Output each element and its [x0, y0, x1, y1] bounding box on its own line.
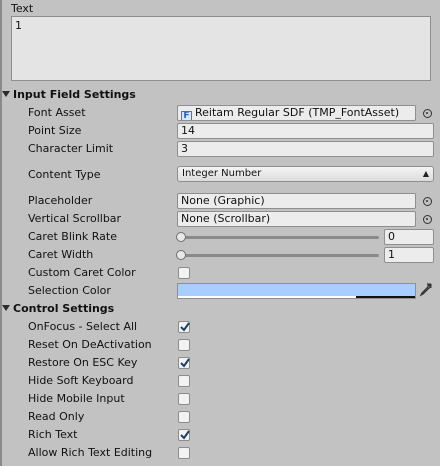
control-settings-header[interactable]: Control Settings — [2, 302, 114, 316]
eyedropper-icon[interactable] — [419, 282, 433, 298]
content-type-label: Content Type — [28, 168, 101, 181]
rich-text-checkbox[interactable] — [178, 429, 190, 441]
point-size-label: Point Size — [28, 124, 82, 137]
selection-color-field[interactable] — [177, 283, 416, 299]
object-picker-icon[interactable] — [423, 197, 432, 206]
selection-color-swatch — [178, 284, 415, 296]
font-asset-icon: F — [181, 111, 192, 120]
reset-on-deactivation-label: Reset On DeActivation — [28, 338, 152, 351]
custom-caret-color-checkbox[interactable] — [178, 267, 190, 279]
input-field-settings-header[interactable]: Input Field Settings — [2, 88, 136, 102]
point-size-field[interactable]: 14 — [177, 123, 434, 139]
character-limit-label: Character Limit — [28, 142, 114, 155]
content-type-dropdown[interactable]: Integer Number ▲ — [177, 166, 434, 182]
control-settings-title: Control Settings — [13, 302, 115, 315]
onfocus-select-all-label: OnFocus - Select All — [28, 320, 138, 333]
font-asset-field[interactable]: F Reitam Regular SDF (TMP_FontAsset) — [177, 105, 416, 121]
allow-rich-text-editing-checkbox[interactable] — [178, 447, 190, 459]
reset-on-deactivation-checkbox[interactable] — [178, 339, 190, 351]
caret-width-label: Caret Width — [28, 248, 94, 261]
selection-color-label: Selection Color — [28, 284, 111, 297]
placeholder-label: Placeholder — [28, 194, 93, 207]
vertical-scrollbar-label: Vertical Scrollbar — [28, 212, 122, 225]
caret-blink-rate-label: Caret Blink Rate — [28, 230, 117, 243]
allow-rich-text-editing-label: Allow Rich Text Editing — [28, 446, 153, 459]
read-only-checkbox[interactable] — [178, 411, 190, 423]
font-asset-value: Reitam Regular SDF (TMP_FontAsset) — [195, 106, 400, 119]
placeholder-field[interactable]: None (Graphic) — [177, 193, 416, 209]
foldout-arrow-icon — [2, 91, 10, 97]
hide-soft-keyboard-checkbox[interactable] — [178, 375, 190, 387]
vertical-scrollbar-field[interactable]: None (Scrollbar) — [177, 211, 416, 227]
input-field-settings-title: Input Field Settings — [13, 88, 136, 101]
text-label: Text — [11, 2, 34, 15]
caret-blink-rate-slider-track[interactable] — [181, 236, 379, 239]
object-picker-icon[interactable] — [423, 109, 432, 118]
caret-width-slider-thumb[interactable] — [176, 250, 186, 260]
content-type-value: Integer Number — [182, 168, 262, 179]
onfocus-select-all-checkbox[interactable] — [178, 321, 190, 333]
text-input-area[interactable]: 1 — [11, 16, 431, 81]
hide-mobile-input-label: Hide Mobile Input — [28, 392, 125, 405]
rich-text-label: Rich Text — [28, 428, 78, 441]
checkmark-icon — [180, 322, 190, 332]
read-only-label: Read Only — [28, 410, 85, 423]
checkmark-icon — [180, 358, 190, 368]
caret-width-field[interactable]: 1 — [384, 247, 434, 263]
panel-left-edge — [0, 0, 2, 466]
foldout-arrow-icon — [2, 305, 10, 311]
character-limit-field[interactable]: 3 — [177, 141, 434, 157]
caret-blink-rate-field[interactable]: 0 — [384, 229, 434, 245]
object-picker-icon[interactable] — [423, 215, 432, 224]
custom-caret-color-label: Custom Caret Color — [28, 266, 136, 279]
checkmark-icon — [180, 430, 190, 440]
restore-on-esc-key-checkbox[interactable] — [178, 357, 190, 369]
dropdown-arrows-icon: ▲ — [422, 169, 429, 178]
selection-color-alpha-fill — [178, 296, 356, 298]
hide-soft-keyboard-label: Hide Soft Keyboard — [28, 374, 134, 387]
caret-blink-rate-slider-thumb[interactable] — [176, 232, 186, 242]
caret-width-slider-track[interactable] — [181, 254, 379, 257]
font-asset-label: Font Asset — [28, 106, 86, 119]
restore-on-esc-key-label: Restore On ESC Key — [28, 356, 138, 369]
hide-mobile-input-checkbox[interactable] — [178, 393, 190, 405]
